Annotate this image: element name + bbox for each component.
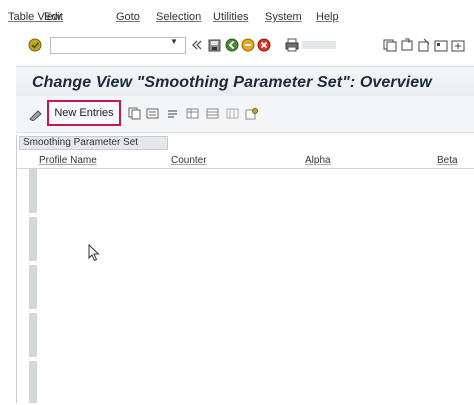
page-title: Change View "Smoothing Parameter Set": O… bbox=[32, 74, 432, 91]
command-field[interactable] bbox=[50, 37, 186, 54]
find-icon[interactable] bbox=[300, 38, 340, 52]
mouse-cursor-icon bbox=[88, 244, 100, 262]
layout-icon[interactable] bbox=[434, 38, 448, 52]
table-caption: Smoothing Parameter Set bbox=[19, 136, 168, 150]
exit-icon[interactable] bbox=[241, 38, 255, 52]
customize-icon[interactable] bbox=[451, 38, 465, 52]
select-block-icon[interactable] bbox=[206, 107, 219, 120]
enter-icon[interactable] bbox=[28, 38, 42, 52]
column-header-profile-name[interactable]: Profile Name bbox=[39, 155, 97, 166]
row-selector-column[interactable] bbox=[29, 169, 37, 403]
menu-selection[interactable]: Selection bbox=[156, 11, 201, 23]
cancel-icon[interactable] bbox=[257, 38, 271, 52]
menu-bar: Table View Edit Goto Selection Utilities… bbox=[0, 0, 474, 30]
column-header-counter[interactable]: Counter bbox=[171, 155, 207, 166]
menu-system[interactable]: System bbox=[265, 11, 302, 23]
standard-toolbar: ▼ bbox=[0, 30, 474, 62]
print-icon[interactable] bbox=[285, 38, 299, 52]
back-icon[interactable] bbox=[225, 38, 239, 52]
menu-utilities[interactable]: Utilities bbox=[213, 11, 248, 23]
menu-help[interactable]: Help bbox=[316, 11, 339, 23]
copy-icon[interactable] bbox=[128, 107, 141, 120]
column-header-beta[interactable]: Beta bbox=[437, 155, 458, 166]
table-header: Profile Name Counter Alpha Beta bbox=[17, 150, 474, 169]
menu-edit[interactable]: Edit bbox=[44, 11, 63, 23]
title-bar: Change View "Smoothing Parameter Set": O… bbox=[16, 66, 474, 97]
deselect-all-icon[interactable] bbox=[226, 107, 239, 120]
help-icon[interactable] bbox=[417, 38, 431, 52]
delete-icon[interactable] bbox=[146, 107, 159, 120]
menu-goto[interactable]: Goto bbox=[116, 11, 140, 23]
select-all-icon[interactable] bbox=[186, 107, 199, 120]
application-toolbar: New Entries bbox=[16, 96, 474, 133]
command-field-input[interactable] bbox=[51, 38, 177, 51]
new-entries-button[interactable]: New Entries bbox=[47, 100, 121, 126]
column-header-alpha[interactable]: Alpha bbox=[305, 155, 331, 166]
undo-icon[interactable] bbox=[166, 107, 179, 120]
bc-set-icon[interactable] bbox=[245, 107, 258, 120]
shortcut-icon[interactable] bbox=[400, 38, 414, 52]
create-session-icon[interactable] bbox=[383, 38, 397, 52]
history-icon[interactable] bbox=[190, 38, 204, 52]
change-display-icon[interactable] bbox=[29, 108, 42, 121]
command-field-dropdown-icon[interactable]: ▼ bbox=[170, 37, 178, 46]
table-control: Smoothing Parameter Set Profile Name Cou… bbox=[16, 135, 474, 403]
save-icon[interactable] bbox=[207, 38, 221, 52]
